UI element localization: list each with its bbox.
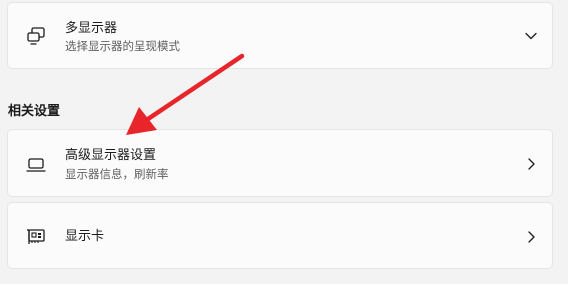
chevron-right-icon[interactable]: [524, 230, 538, 244]
multi-display-title: 多显示器: [65, 21, 118, 36]
chevron-right-icon[interactable]: [524, 157, 538, 171]
advanced-display-subtitle: 显示器信息，刷新率: [65, 167, 169, 181]
multi-monitor-icon: [27, 27, 45, 45]
multi-display-card[interactable]: 多显示器 选择显示器的呈现模式: [7, 2, 553, 69]
advanced-display-title: 高级显示器设置: [65, 148, 157, 163]
advanced-display-settings-card[interactable]: 高级显示器设置 显示器信息，刷新率: [7, 129, 553, 197]
chevron-down-icon[interactable]: [524, 29, 538, 43]
graphics-card-title: 显示卡: [65, 229, 105, 244]
multi-display-subtitle: 选择显示器的呈现模式: [65, 39, 180, 53]
settings-panel: 多显示器 选择显示器的呈现模式 相关设置 高级显示器设置 显示器信息，刷新率 显…: [0, 0, 568, 284]
graphics-card-card[interactable]: 显示卡: [7, 202, 553, 269]
graphics-card-icon: [27, 229, 45, 244]
related-settings-heading: 相关设置: [8, 104, 61, 119]
laptop-monitor-icon: [26, 158, 46, 172]
